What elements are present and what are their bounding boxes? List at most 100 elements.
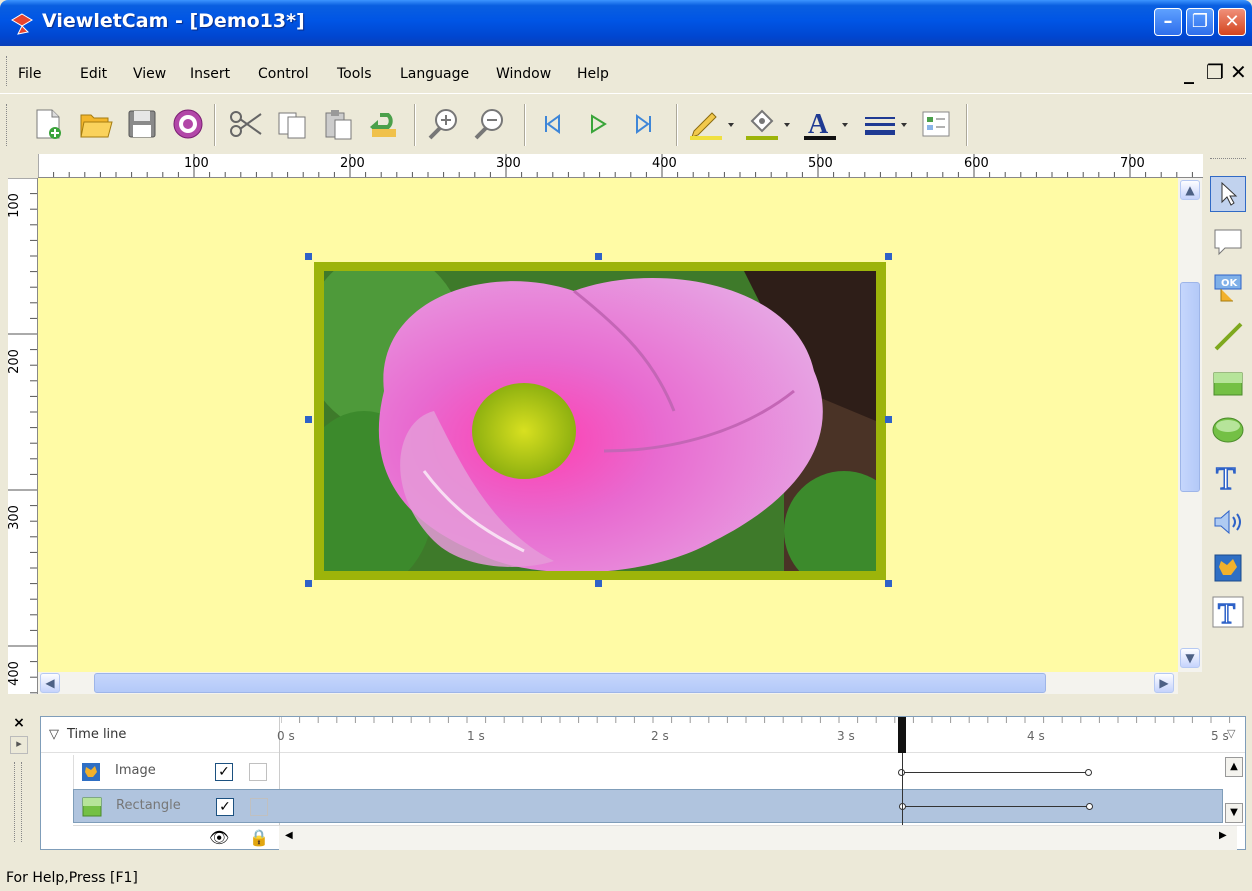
- menu-tools[interactable]: Tools: [337, 66, 372, 82]
- collapse-icon[interactable]: ▽: [49, 727, 59, 742]
- scroll-thumb[interactable]: [1180, 282, 1200, 492]
- keyframe-end[interactable]: [1086, 803, 1093, 810]
- toolbar-grip[interactable]: [6, 104, 9, 146]
- mdi-close-button[interactable]: ✕: [1230, 60, 1247, 84]
- scroll-right-icon[interactable]: ▶: [1219, 830, 1227, 841]
- paste-button[interactable]: [318, 104, 358, 144]
- save-button[interactable]: [122, 104, 162, 144]
- scroll-up-button[interactable]: ▲: [1225, 757, 1243, 777]
- skip-end-button[interactable]: [624, 104, 664, 144]
- time-label: 0 s: [277, 729, 295, 743]
- svg-text:T: T: [1216, 460, 1236, 493]
- eye-icon[interactable]: 👁: [209, 828, 229, 847]
- textbox-icon: T: [1212, 596, 1244, 629]
- resize-handle[interactable]: [305, 416, 312, 423]
- editing-canvas[interactable]: [38, 178, 1178, 672]
- resize-handle[interactable]: [595, 253, 602, 260]
- sound-tool[interactable]: [1210, 504, 1246, 540]
- menu-window[interactable]: Window: [496, 66, 551, 82]
- font-color-button[interactable]: A: [800, 104, 852, 144]
- resize-handle[interactable]: [885, 416, 892, 423]
- flower-image: [324, 271, 876, 571]
- horizontal-scrollbar[interactable]: ◀ ▶: [38, 672, 1178, 694]
- rectangle-tool[interactable]: [1210, 366, 1246, 402]
- menu-insert[interactable]: Insert: [190, 66, 230, 82]
- mdi-restore-button[interactable]: ❐: [1206, 60, 1224, 84]
- timeline-row[interactable]: Image ✓: [41, 755, 1221, 789]
- minimize-button[interactable]: –: [1154, 8, 1182, 36]
- timeline-header-label: Time line: [67, 727, 127, 742]
- resize-handle[interactable]: [305, 253, 312, 260]
- callout-tool[interactable]: [1210, 224, 1246, 260]
- grip[interactable]: [6, 56, 9, 86]
- line-color-button[interactable]: [686, 104, 738, 144]
- record-button[interactable]: [168, 104, 208, 144]
- text-tool[interactable]: T: [1210, 458, 1246, 494]
- keyframe-bar[interactable]: [901, 772, 1089, 773]
- visible-checkbox[interactable]: ✓: [216, 798, 234, 816]
- fill-color-button[interactable]: [742, 104, 794, 144]
- lock-checkbox[interactable]: [250, 798, 268, 816]
- keyframe-bar[interactable]: [902, 806, 1090, 807]
- copy-icon: [278, 112, 306, 139]
- ruler-ticks: [8, 178, 37, 694]
- resize-handle[interactable]: [885, 253, 892, 260]
- ellipse-tool[interactable]: [1210, 412, 1246, 448]
- properties-button[interactable]: [916, 104, 956, 144]
- image-frame[interactable]: [314, 262, 886, 580]
- scroll-down-button[interactable]: ▼: [1180, 648, 1200, 668]
- app-icon[interactable]: [10, 12, 34, 36]
- lock-icon[interactable]: 🔒: [249, 828, 269, 847]
- cut-button[interactable]: [226, 104, 266, 144]
- resize-handle[interactable]: [595, 580, 602, 587]
- lock-checkbox[interactable]: [249, 763, 267, 781]
- resize-handle[interactable]: [305, 580, 312, 587]
- line-style-button[interactable]: [860, 104, 910, 144]
- expand-panel-button[interactable]: ▸: [10, 736, 28, 754]
- menu-file[interactable]: File: [18, 66, 41, 82]
- menu-control[interactable]: Control: [258, 66, 309, 82]
- close-panel-button[interactable]: ×: [10, 714, 28, 732]
- textbox-tool[interactable]: T: [1210, 594, 1246, 630]
- palette-grip[interactable]: [1210, 158, 1246, 162]
- visible-checkbox[interactable]: ✓: [215, 763, 233, 781]
- window-title: ViewletCam - [Demo13*]: [42, 10, 305, 32]
- line-tool[interactable]: [1210, 318, 1246, 354]
- button-tool[interactable]: OK: [1210, 270, 1246, 306]
- menu-language[interactable]: Language: [400, 66, 469, 82]
- timeline-row-selected[interactable]: Rectangle ✓: [73, 789, 1223, 823]
- scroll-right-button[interactable]: ▶: [1154, 673, 1174, 693]
- skip-start-button[interactable]: [532, 104, 572, 144]
- scroll-up-button[interactable]: ▲: [1180, 180, 1200, 200]
- menu-help[interactable]: Help: [577, 66, 609, 82]
- resize-handle[interactable]: [885, 580, 892, 587]
- scroll-thumb[interactable]: [94, 673, 1046, 693]
- panel-grip[interactable]: [14, 762, 22, 842]
- menu-view[interactable]: View: [133, 66, 166, 82]
- mdi-minimize-button[interactable]: _: [1184, 60, 1194, 84]
- maximize-button[interactable]: ❐: [1186, 8, 1214, 36]
- select-tool[interactable]: [1210, 176, 1246, 212]
- keyframe-end[interactable]: [1085, 769, 1092, 776]
- zoom-out-button[interactable]: [470, 104, 510, 144]
- vertical-scrollbar[interactable]: ▲ ▼: [1178, 178, 1202, 672]
- menu-edit[interactable]: Edit: [80, 66, 107, 82]
- timeline-vscrollbar[interactable]: ▲ ▼: [1223, 753, 1245, 825]
- playhead[interactable]: [898, 717, 906, 753]
- timeline[interactable]: ▽ Time line 0 s 1 s 2 s 3 s 4 s 5 s ▽ Im…: [40, 716, 1246, 850]
- image-tool[interactable]: [1210, 550, 1246, 586]
- zoom-in-button[interactable]: [424, 104, 464, 144]
- ruler-label: 700: [1120, 156, 1145, 171]
- copy-button[interactable]: [272, 104, 312, 144]
- scroll-left-icon[interactable]: ◀: [285, 830, 293, 841]
- undo-button[interactable]: [364, 104, 404, 144]
- close-button[interactable]: ✕: [1218, 8, 1246, 36]
- timeline-hscrollbar[interactable]: ◀ ▶: [279, 826, 1237, 850]
- scroll-down-button[interactable]: ▼: [1225, 803, 1243, 823]
- scroll-left-button[interactable]: ◀: [40, 673, 60, 693]
- play-button[interactable]: [578, 104, 618, 144]
- title-bar[interactable]: ViewletCam - [Demo13*] – ❐ ✕: [0, 0, 1252, 46]
- timeline-menu-icon[interactable]: ▽: [1227, 727, 1235, 740]
- open-button[interactable]: [76, 104, 116, 144]
- new-file-button[interactable]: [28, 104, 68, 144]
